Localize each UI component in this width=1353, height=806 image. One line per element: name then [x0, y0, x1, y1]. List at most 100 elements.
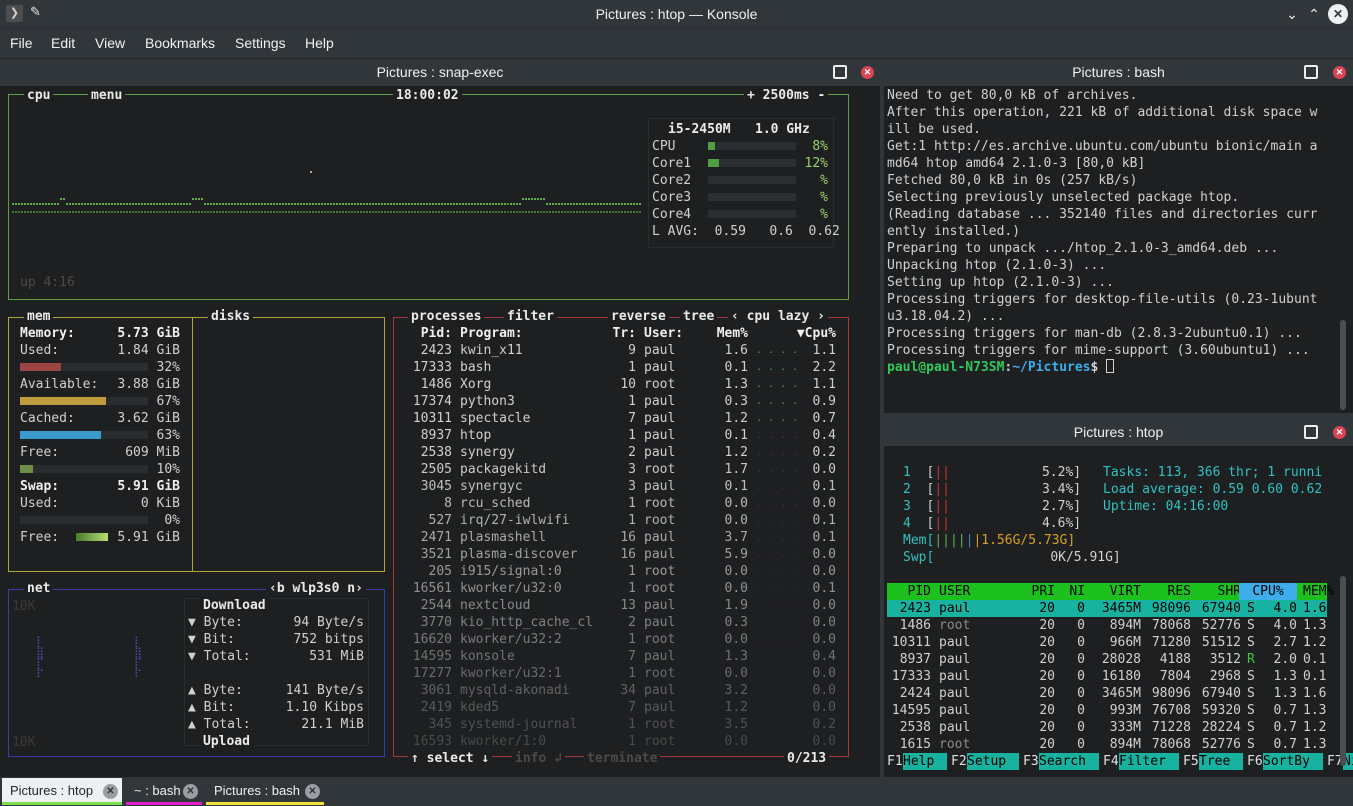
close-window-icon[interactable]: ✕: [1328, 4, 1348, 24]
process-row[interactable]: 1486 Xorg 10 root 1.3. . . . 1.1: [396, 376, 842, 393]
pane-header-bash[interactable]: Pictures : bash ✕: [884, 59, 1353, 86]
tab-2[interactable]: ~ : bash ✕: [126, 778, 202, 805]
process-row[interactable]: 2419 kded5 7 paul 1.2. . . . 0.0: [396, 699, 842, 716]
process-row[interactable]: 3045 synergyc 3 paul 0.1. . . . 0.1: [396, 478, 842, 495]
info-button[interactable]: info ↲: [512, 750, 565, 767]
select-button[interactable]: ↑ select ↓: [408, 750, 493, 767]
process-row[interactable]: 10311 spectacle 7 paul 1.2. . . . 0.7: [396, 410, 842, 427]
bpytop-terminal[interactable]: cpu menu 18:00:02 + 2500ms - up 4:16 i5-…: [0, 86, 880, 777]
col-mem[interactable]: Mem%: [700, 325, 748, 342]
htop-col-virt[interactable]: VIRT: [1087, 583, 1141, 600]
htop-col-res[interactable]: RES: [1145, 583, 1191, 600]
process-row[interactable]: 17374 python3 1 paul 0.3. . . . 0.9: [396, 393, 842, 410]
htop-process-row[interactable]: 10311 paul 20 0 966M 71280 51512 S 2.7 1.2: [887, 634, 1327, 651]
htop-scrollbar[interactable]: [1340, 576, 1346, 766]
interval-minus-button[interactable]: -: [817, 88, 825, 103]
htop-process-row[interactable]: 8937 paul 20 0 28028 4188 3512 R 2.0 0.1: [887, 651, 1327, 668]
process-row[interactable]: 8 rcu_sched 1 root 0.0. . . . 0.0: [396, 495, 842, 512]
htop-process-row[interactable]: 2424 paul 20 0 3465M 98096 67940 S 1.3 1.6: [887, 685, 1327, 702]
col-pid[interactable]: Pid:: [400, 325, 452, 342]
htop-process-row[interactable]: 1615 root 20 0 894M 78068 52776 S 0.7 1.3: [887, 736, 1327, 753]
processes-tab[interactable]: processes: [408, 308, 485, 325]
process-row[interactable]: 2538 synergy 2 paul 1.2. . . . 0.2: [396, 444, 842, 461]
terminate-button[interactable]: terminate: [584, 750, 661, 767]
pane-header-snap-exec[interactable]: Pictures : snap-exec ✕: [0, 59, 880, 86]
process-row[interactable]: 527 irq/27-iwlwifi 1 root 0.0. . . . 0.1: [396, 512, 842, 529]
menu-edit[interactable]: Edit: [51, 35, 75, 51]
menu-file[interactable]: File: [10, 35, 33, 51]
htop-col-ni[interactable]: NI: [1059, 583, 1085, 600]
htop-column-header[interactable]: PIDUSERPRINIVIRTRESSHRSCPU%MEM%: [887, 583, 1334, 600]
process-threads: 3: [628, 462, 636, 477]
process-row[interactable]: 16593 kworker/1:0 1 root 0.0. . . . 0.0: [396, 733, 842, 750]
htop-col-cpu-pct[interactable]: CPU%: [1239, 583, 1297, 600]
close-pane-icon[interactable]: ✕: [1333, 66, 1346, 79]
maximize-pane-icon[interactable]: [833, 65, 847, 79]
sort-selector[interactable]: ‹ cpu lazy ›: [728, 308, 828, 325]
tab-close-icon[interactable]: ✕: [305, 784, 320, 799]
filter-button[interactable]: filter: [504, 308, 557, 325]
process-row[interactable]: 16620 kworker/u32:2 1 root 0.0. . . . 0.0: [396, 631, 842, 648]
process-row[interactable]: 17277 kworker/u32:1 1 root 0.0. . . . 0.0: [396, 665, 842, 682]
htop-process-row[interactable]: 1486 root 20 0 894M 78068 52776 S 4.0 1.3 1: [887, 617, 1327, 650]
htop-process-row[interactable]: 2423 paul 20 0 3465M 98096 67940 S 4.0 1.6 2: [887, 600, 1327, 633]
process-row[interactable]: 3061 mysqld-akonadi 34 paul 3.2. . . . 0.0: [396, 682, 842, 699]
htop-fkey-filter[interactable]: Filter: [1119, 753, 1179, 770]
process-row[interactable]: 16561 kworker/u32:0 1 root 0.0. . . . 0.1: [396, 580, 842, 597]
process-row[interactable]: 2423 kwin_x11 9 paul 1.6. . . . 1.1: [396, 342, 842, 359]
htop-process-row[interactable]: 2538 paul 20 0 333M 71228 28224 S 0.7 1.2: [887, 719, 1327, 736]
process-row[interactable]: 3770 kio_http_cache_cl 2 paul 0.3. . . . 0.0: [396, 614, 842, 631]
tab-1[interactable]: Pictures : htop ✕: [2, 778, 122, 805]
htop-fkey-setup[interactable]: Setup: [967, 753, 1019, 770]
tab-3[interactable]: Pictures : bash ✕: [206, 778, 324, 805]
htop-fkey-help[interactable]: Help: [903, 753, 947, 770]
menu-label[interactable]: menu: [88, 87, 126, 104]
reverse-button[interactable]: reverse: [608, 308, 669, 325]
htop-process-row[interactable]: 14595 paul 20 0 993M 76708 59320 S 0.7 1.3: [887, 702, 1327, 719]
process-row[interactable]: 205 i915/signal:0 1 root 0.0. . . . 0.0: [396, 563, 842, 580]
tab-close-icon[interactable]: ✕: [183, 784, 198, 799]
menu-bookmarks[interactable]: Bookmarks: [145, 35, 215, 51]
pane-splitter-horizontal[interactable]: [884, 413, 1353, 419]
htop-fkey-sortby[interactable]: SortBy: [1263, 753, 1323, 770]
menu-view[interactable]: View: [95, 35, 125, 51]
htop-col-shr[interactable]: SHR: [1191, 583, 1241, 600]
col-program[interactable]: Program:: [460, 325, 523, 342]
maximize-icon[interactable]: ⌃: [1304, 4, 1324, 24]
minimize-icon[interactable]: ⌄: [1282, 4, 1302, 24]
close-pane-icon[interactable]: ✕: [1333, 426, 1346, 439]
htop-col-pri[interactable]: PRI: [1011, 583, 1055, 600]
htop-col-pid[interactable]: PID: [887, 583, 931, 600]
bash-scrollbar[interactable]: [1340, 320, 1346, 410]
tab-close-icon[interactable]: ✕: [103, 784, 118, 799]
menu-settings[interactable]: Settings: [235, 35, 286, 51]
process-row[interactable]: 14595 konsole 7 paul 1.3. . . . 0.4: [396, 648, 842, 665]
htop-fkey-tree[interactable]: Tree: [1199, 753, 1243, 770]
process-row[interactable]: 17333 bash 1 paul 0.1. . . . 2.2: [396, 359, 842, 376]
process-row[interactable]: 3521 plasma-discover 16 paul 5.9. . . . 0.0: [396, 546, 842, 563]
col-cpu[interactable]: ▼Cpu%: [790, 325, 836, 342]
bash-terminal[interactable]: Need to get 80,0 kB of archives. After th…: [884, 86, 1353, 413]
col-user[interactable]: User:: [644, 325, 683, 342]
htop-process-row[interactable]: 17333 paul 20 0 16180 7804 2968 S 1.3 0.1: [887, 668, 1327, 685]
htop-fkey-search[interactable]: Search: [1039, 753, 1099, 770]
net-interface-selector[interactable]: ‹b wlp3s0 n›: [266, 580, 366, 597]
process-program: packagekitd: [460, 462, 547, 477]
process-row[interactable]: 2505 packagekitd 3 root 1.7. . . . 0.0: [396, 461, 842, 478]
htop-terminal[interactable]: 1 [|| 5.2%] 2 [|| 3.4%] 3 [|| 2.7%] 4 [|| 4.6%]…: [884, 446, 1353, 777]
menu-help[interactable]: Help: [305, 35, 334, 51]
process-row[interactable]: 2544 nextcloud 13 paul 1.9. . . . 0.0: [396, 597, 842, 614]
close-pane-icon[interactable]: ✕: [861, 66, 874, 79]
tree-button[interactable]: tree: [680, 308, 718, 325]
pane-header-htop[interactable]: Pictures : htop ✕: [884, 419, 1353, 446]
process-row[interactable]: 8937 htop 1 paul 0.1. . . . 0.4: [396, 427, 842, 444]
htop-col-mem-pct[interactable]: MEM%: [1303, 583, 1334, 600]
maximize-pane-icon[interactable]: [1304, 65, 1318, 79]
maximize-pane-icon[interactable]: [1304, 425, 1318, 439]
cpu-box-label[interactable]: cpu: [24, 87, 54, 104]
process-row[interactable]: 345 systemd-journal 1 root 3.5. . . . 0.2: [396, 716, 842, 733]
col-threads[interactable]: Tr:: [600, 325, 636, 342]
interval-plus-button[interactable]: +: [747, 88, 755, 103]
htop-col-user[interactable]: USER: [939, 583, 970, 600]
process-row[interactable]: 2471 plasmashell 16 paul 3.7. . . . 0.1: [396, 529, 842, 546]
